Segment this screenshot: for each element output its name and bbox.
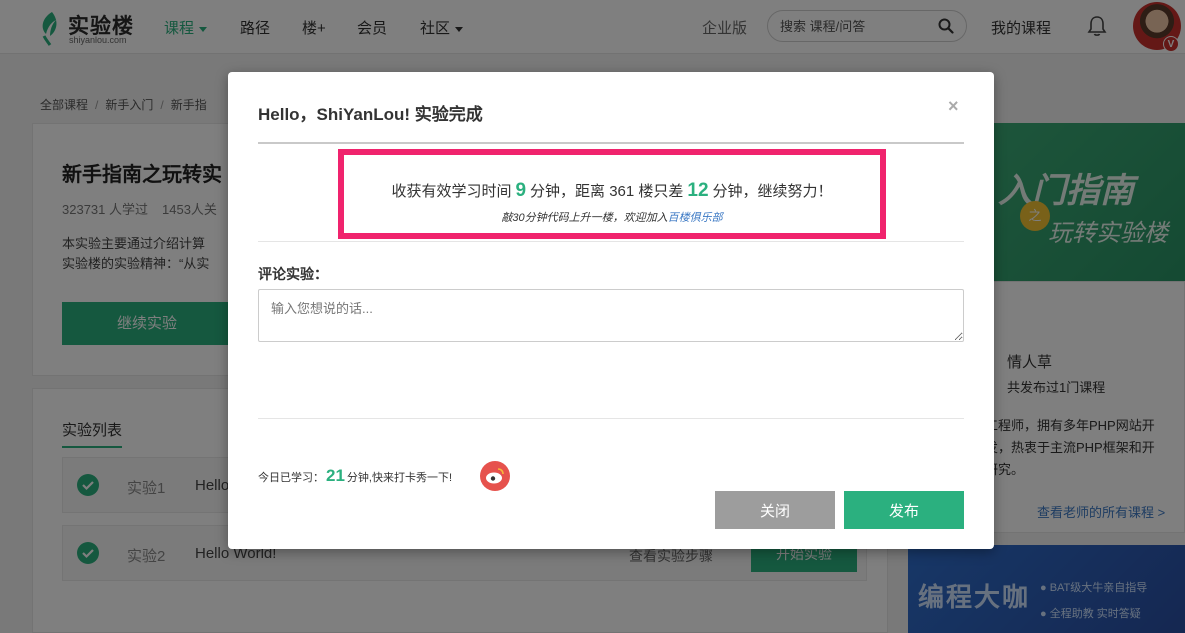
stat-minutes: 9: [515, 180, 527, 201]
learning-stats-text: 收获有效学习时间 9 分钟，距离 361 楼只差 12 分钟，继续努力！: [344, 180, 880, 202]
divider: [258, 418, 964, 419]
stat-suffix: 分钟，继续努力！: [712, 183, 833, 200]
learning-stats-highlight: 收获有效学习时间 9 分钟，距离 361 楼只差 12 分钟，继续努力！ 敲30分钟代码…: [338, 149, 886, 239]
today-study-text: 今日已学习： 21 分钟,快来打卡秀一下!: [258, 466, 452, 486]
stat-gap-minutes: 12: [687, 180, 709, 201]
stat-middle: 分钟，距离 361 楼只差: [530, 183, 684, 200]
close-button[interactable]: 关闭: [715, 491, 835, 529]
comment-label: 评论实验：: [258, 266, 328, 282]
club-invite-prefix: 敲30分钟代码上升一楼，欢迎加入: [501, 212, 668, 224]
close-icon[interactable]: ×: [948, 96, 959, 117]
divider: [258, 241, 964, 242]
divider: [258, 142, 964, 144]
today-prefix: 今日已学习：: [258, 472, 324, 484]
publish-button[interactable]: 发布: [844, 491, 964, 529]
stat-prefix: 收获有效学习时间: [391, 183, 512, 200]
club-invite-text: 敲30分钟代码上升一楼，欢迎加入百楼俱乐部: [344, 209, 880, 225]
today-minutes: 21: [326, 466, 345, 485]
comment-textarea[interactable]: [258, 289, 964, 342]
club-link[interactable]: 百楼俱乐部: [668, 212, 723, 224]
lab-complete-dialog: Hello，ShiYanLou! 实验完成 × 收获有效学习时间 9 分钟，距离 3…: [228, 72, 994, 549]
dialog-title: Hello，ShiYanLou! 实验完成: [258, 105, 483, 124]
weibo-share-icon[interactable]: [480, 461, 510, 491]
today-suffix: 分钟,快来打卡秀一下!: [346, 472, 453, 484]
